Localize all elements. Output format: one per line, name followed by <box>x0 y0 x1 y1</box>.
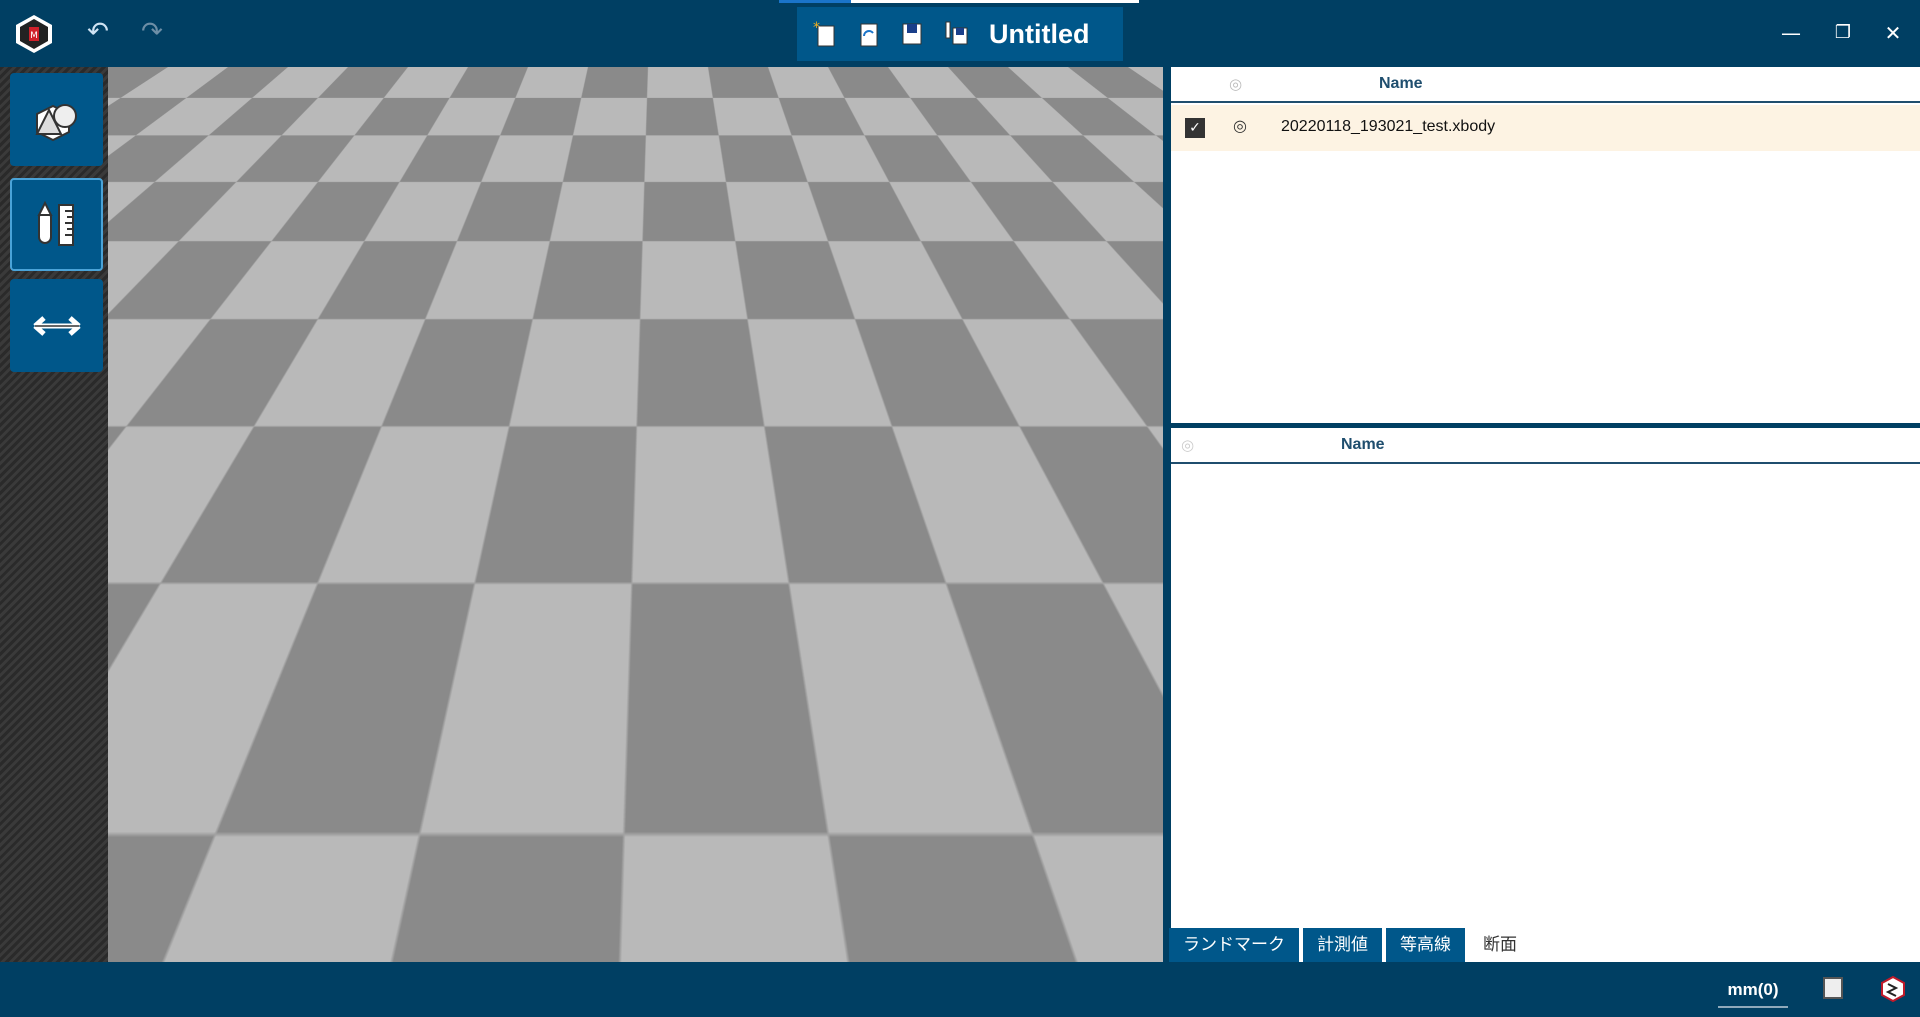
new-file-icon[interactable]: * <box>809 19 839 49</box>
tool-button[interactable]: 点間距離 <box>217 280 313 376</box>
view-cube-front[interactable]: F <box>1043 853 1058 878</box>
checkbox[interactable]: ✓ <box>1185 118 1205 138</box>
ruler-icon <box>458 187 480 233</box>
app-logo: M <box>12 12 56 56</box>
panel-tabs: ランドマーク 計測値 等高線 断面 <box>1169 928 1531 962</box>
tool-button[interactable]: 高さ <box>320 179 416 275</box>
unit-selector[interactable]: mm(0) <box>1718 980 1788 1008</box>
progress-indicator <box>779 0 1139 3</box>
title-bar: M ↶ ↷ * Untitled — ❐ ✕ <box>0 0 1920 67</box>
section-list: ◎ Name <box>1171 428 1920 995</box>
svg-text:M: M <box>30 31 38 41</box>
ruler-icon <box>458 288 480 334</box>
ruler-icon <box>254 288 276 334</box>
save-as-icon[interactable] <box>941 19 971 49</box>
visibility-header-icon: ◎ <box>1229 75 1243 93</box>
rail-item-measure[interactable] <box>10 178 103 271</box>
ruler-icon <box>254 187 276 233</box>
tool-label: 体表長 <box>138 346 187 365</box>
undo-icon[interactable]: ↶ <box>80 14 116 50</box>
handle-icon <box>615 106 655 108</box>
file-toolbar: * Untitled <box>797 7 1123 61</box>
left-rail <box>0 67 108 962</box>
tool-label: 高さ <box>351 245 384 264</box>
view-cube-top[interactable]: T <box>1054 831 1061 841</box>
tool-label: 自動採寸 <box>232 245 297 264</box>
section-list-header: ◎ Name <box>1171 428 1920 464</box>
rail-item-horizontal-measure[interactable] <box>10 279 103 372</box>
tab-2[interactable]: 等高線 <box>1386 928 1465 962</box>
fullscreen-icon[interactable] <box>1823 977 1843 999</box>
ruler-icon <box>357 288 379 334</box>
view-cube[interactable]: F R T <box>1001 812 1111 906</box>
visibility-header-icon: ◎ <box>1181 436 1195 454</box>
human-body-model[interactable] <box>538 162 898 962</box>
pencil-icon <box>155 187 171 230</box>
tool-label: 断面周囲長 <box>428 346 509 365</box>
minimize-icon[interactable]: — <box>1776 18 1806 48</box>
model-view-icon <box>34 103 77 141</box>
save-icon[interactable] <box>897 19 927 49</box>
rail-item-model-view[interactable] <box>10 73 103 166</box>
tool-button[interactable]: ﾗﾝﾄﾞ ﾏｰｷﾝｸﾞ <box>115 179 211 275</box>
app-badge-icon[interactable] <box>1880 975 1906 1006</box>
name-column-header[interactable]: Name <box>1379 75 1423 93</box>
eye-icon[interactable]: ◎ <box>1233 116 1247 135</box>
view-cube-right[interactable]: R <box>1071 849 1080 863</box>
measure-icon <box>36 200 74 246</box>
view-reset-button[interactable] <box>608 67 662 123</box>
tool-button[interactable]: 角度 <box>320 280 416 376</box>
tool-label: 角度 <box>351 346 384 365</box>
open-file-icon[interactable] <box>853 19 883 49</box>
tab-3[interactable]: 断面 <box>1469 928 1531 962</box>
file-name: 20220118_193021_test.xbody <box>1281 118 1496 135</box>
model-list: ◎ Name ✓ ◎ 20220118_193021_test.xbody <box>1171 67 1920 423</box>
close-icon[interactable]: ✕ <box>1878 18 1908 48</box>
list-item[interactable]: ✓ ◎ 20220118_193021_test.xbody <box>1171 105 1920 151</box>
ruler-icon <box>357 187 379 233</box>
tool-button[interactable]: 自動採寸 <box>217 179 313 275</box>
tool-button[interactable]: 水平周囲長 <box>421 179 517 275</box>
ruler-icon <box>152 288 174 334</box>
tool-button[interactable]: 体表長 <box>115 280 211 376</box>
redo-icon[interactable]: ↷ <box>134 14 170 50</box>
tool-label: 水平周囲長 <box>428 245 509 264</box>
svg-text:*: * <box>813 20 820 36</box>
right-panel: ◎ Name ✓ ◎ 20220118_193021_test.xbody ◎ … <box>1169 67 1920 995</box>
status-bar: mm(0) <box>0 962 1920 1017</box>
name-column-header[interactable]: Name <box>1341 436 1385 454</box>
document-title: Untitled <box>989 18 1090 49</box>
camera-icon <box>625 85 645 99</box>
tool-label: 点間距離 <box>232 346 297 365</box>
model-list-header: ◎ Name <box>1171 67 1920 103</box>
restore-icon[interactable]: ❐ <box>1828 18 1858 48</box>
horizontal-measure-icon <box>32 315 81 336</box>
tab-1[interactable]: 計測値 <box>1303 928 1382 962</box>
tab-0[interactable]: ランドマーク <box>1169 928 1299 962</box>
tool-button[interactable]: 断面周囲長 <box>421 280 517 376</box>
tool-label: ﾗﾝﾄﾞ ﾏｰｷﾝｸﾞ <box>120 245 206 264</box>
